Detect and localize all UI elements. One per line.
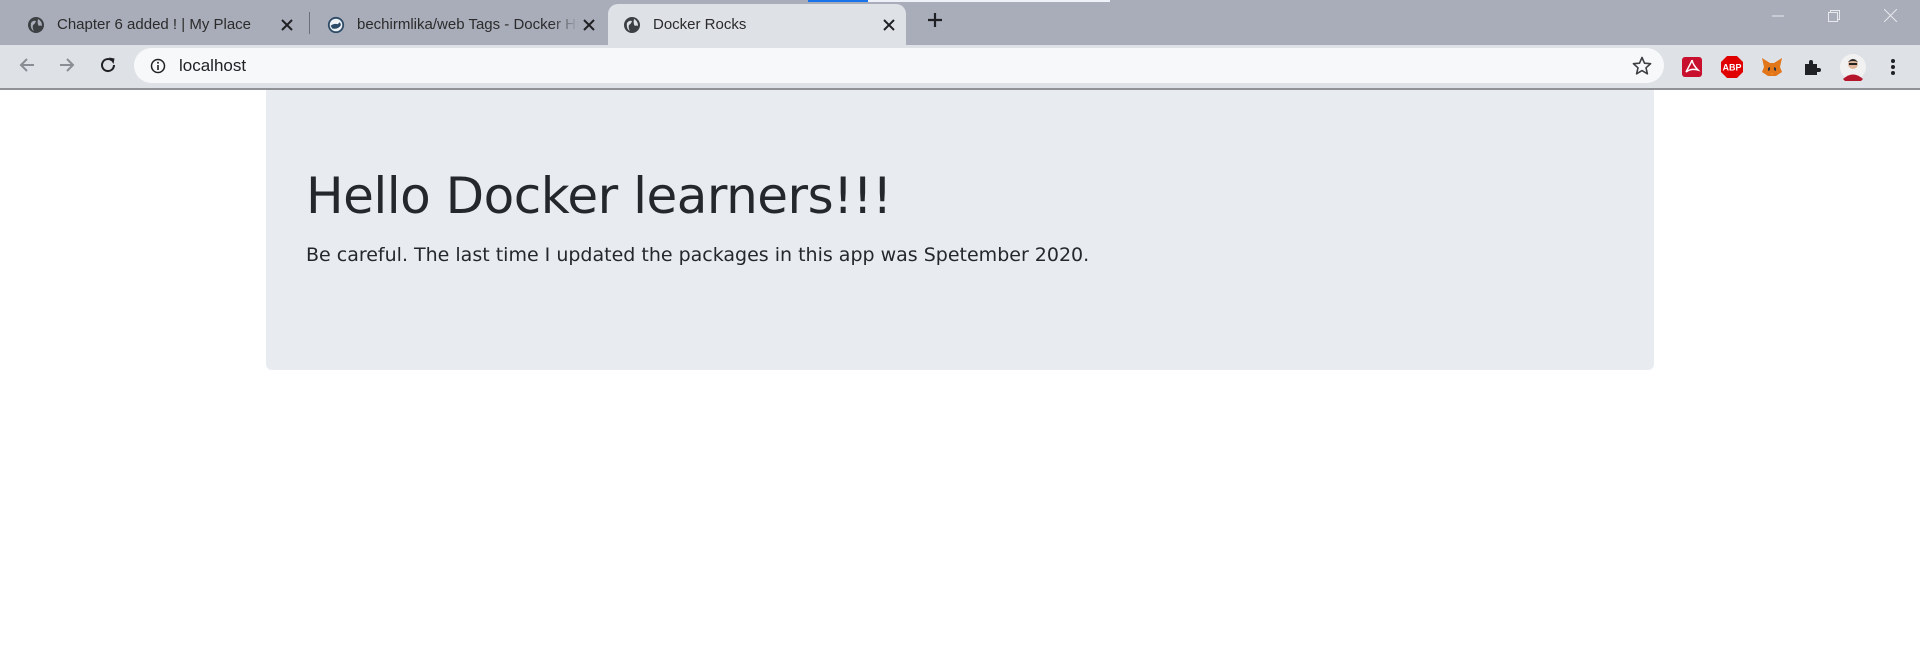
tab-title: bechirmlika/web Tags - Docker Hub [357, 16, 578, 33]
back-button[interactable] [12, 52, 42, 82]
restore-icon [1828, 9, 1840, 27]
page-title: Hello Docker learners!!! [306, 167, 892, 225]
browser-toolbar: localhost ABP [0, 45, 1920, 90]
close-window-button[interactable] [1862, 0, 1918, 36]
new-tab-button[interactable] [922, 9, 948, 35]
loading-indicator [808, 0, 868, 2]
page-viewport: Hello Docker learners!!! Be careful. The… [0, 90, 1920, 657]
jumbotron: Hello Docker learners!!! Be careful. The… [266, 90, 1654, 370]
tab-title: Docker Rocks [653, 16, 747, 33]
site-info-icon[interactable] [149, 57, 167, 75]
close-tab-icon[interactable] [276, 14, 298, 36]
address-bar[interactable]: localhost [134, 48, 1664, 83]
tab-docker-rocks[interactable]: Docker Rocks [608, 4, 906, 45]
docker-hub-icon [327, 16, 345, 34]
loading-indicator-track [868, 0, 1110, 2]
minimize-button[interactable] [1750, 0, 1806, 36]
tab-strip: Chapter 6 added ! | My Place bechirmlika… [0, 0, 1920, 45]
reload-button[interactable] [93, 52, 123, 82]
puzzle-extensions-icon[interactable] [1799, 54, 1825, 80]
tab-docker-hub[interactable]: bechirmlika/web Tags - Docker Hub [300, 4, 608, 45]
svg-text:ABP: ABP [1722, 63, 1741, 73]
globe-icon [623, 16, 641, 34]
close-tab-icon[interactable] [578, 14, 600, 36]
bookmark-star-icon[interactable] [1630, 54, 1654, 78]
tab-title: Chapter 6 added ! | My Place [57, 16, 252, 33]
more-menu-icon[interactable] [1880, 54, 1906, 80]
lead-text: Be careful. The last time I updated the … [306, 244, 1090, 266]
forward-arrow-icon [57, 55, 77, 80]
globe-icon [27, 16, 45, 34]
forward-button[interactable] [52, 52, 82, 82]
reload-icon [98, 55, 118, 80]
back-arrow-icon [17, 55, 37, 80]
profile-avatar[interactable] [1838, 52, 1868, 82]
plus-icon [927, 12, 943, 33]
url-text: localhost [179, 55, 247, 75]
adblock-plus-extension-icon[interactable]: ABP [1719, 54, 1745, 80]
tab-chapter-6[interactable]: Chapter 6 added ! | My Place [0, 4, 306, 45]
acrobat-extension-icon[interactable] [1679, 54, 1705, 80]
close-window-icon [1883, 8, 1897, 27]
close-tab-icon[interactable] [878, 14, 900, 36]
metamask-extension-icon[interactable] [1759, 54, 1785, 80]
restore-button[interactable] [1806, 0, 1862, 36]
minimize-icon [1772, 9, 1784, 27]
